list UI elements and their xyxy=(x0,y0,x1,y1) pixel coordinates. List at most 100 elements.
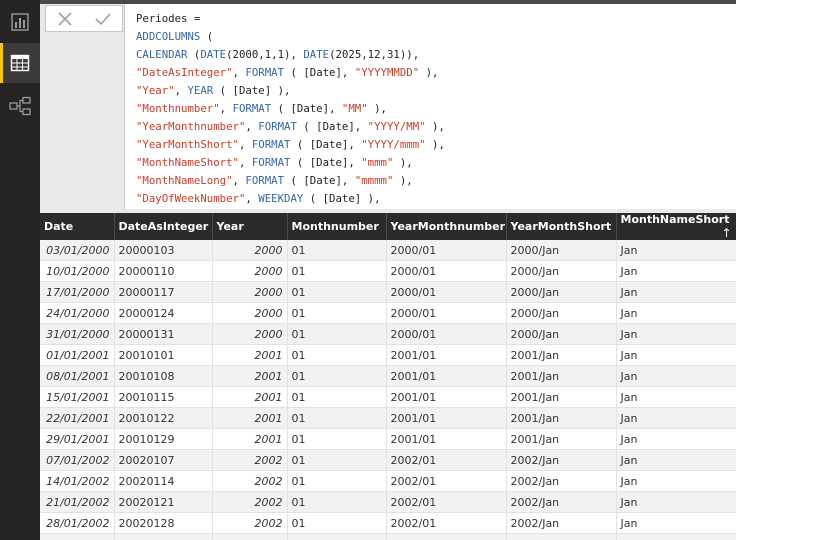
cell-date[interactable]: 08/01/2001 xyxy=(40,365,115,387)
cell-monthnumber[interactable]: 01 xyxy=(287,407,387,429)
column-header-yearmonthnumber[interactable]: YearMonthnumber xyxy=(386,213,507,240)
cell-yearmonthshort[interactable]: 2002/Jan xyxy=(506,512,617,534)
cell-date[interactable]: 10/01/2000 xyxy=(40,260,115,282)
table-row[interactable]: 29/01/2001 20010129 2001 01 2001/01 2001/Jan J… xyxy=(40,428,736,450)
cell-monthnumber[interactable]: 01 xyxy=(287,533,387,540)
table-row[interactable]: 07/01/2002 20020107 2002 01 2002/01 2002/Jan J… xyxy=(40,449,736,471)
cell-yearmonthnumber[interactable]: 2000/01 xyxy=(386,302,507,324)
cell-monthnumber[interactable]: 01 xyxy=(287,281,387,303)
cell-monthnameshort[interactable]: Jan xyxy=(616,428,736,450)
table-row[interactable]: 15/01/2001 20010115 2001 01 2001/01 2001/Jan J… xyxy=(40,386,736,408)
commit-button[interactable] xyxy=(84,6,122,31)
formula-editor[interactable]: Periodes = ADDCOLUMNS ( CALENDAR (DATE(2… xyxy=(124,4,737,209)
column-header-yearmonthshort[interactable]: YearMonthShort xyxy=(506,213,617,240)
cell-date[interactable]: 14/01/2002 xyxy=(40,470,115,492)
cell-yearmonthnumber[interactable]: 2001/01 xyxy=(386,386,507,408)
cell-date[interactable]: 28/01/2002 xyxy=(40,512,115,534)
cell-monthnameshort[interactable]: Jan xyxy=(616,491,736,513)
cell-yearmonthshort[interactable]: 2000/Jan xyxy=(506,302,617,324)
cell-yearmonthshort[interactable]: 2003/Jan xyxy=(506,533,617,540)
cell-dateasinteger[interactable]: 20000131 xyxy=(114,323,213,345)
cell-yearmonthnumber[interactable]: 2000/01 xyxy=(386,281,507,303)
column-header-dateasinteger[interactable]: DateAsInteger xyxy=(114,213,213,240)
data-grid[interactable]: Date DateAsInteger Year Monthnumber YearMont… xyxy=(40,213,736,540)
cell-yearmonthnumber[interactable]: 2001/01 xyxy=(386,407,507,429)
cell-monthnumber[interactable]: 01 xyxy=(287,344,387,366)
table-row[interactable]: 28/01/2002 20020128 2002 01 2002/01 2002/Jan J… xyxy=(40,512,736,534)
cell-monthnumber[interactable]: 01 xyxy=(287,240,387,261)
cell-monthnumber[interactable]: 01 xyxy=(287,449,387,471)
cell-yearmonthshort[interactable]: 2001/Jan xyxy=(506,386,617,408)
cell-year[interactable]: 2001 xyxy=(212,428,288,450)
cell-year[interactable]: 2002 xyxy=(212,449,288,471)
cell-year[interactable]: 2002 xyxy=(212,470,288,492)
cell-year[interactable]: 2000 xyxy=(212,281,288,303)
cell-monthnumber[interactable]: 01 xyxy=(287,323,387,345)
cell-monthnumber[interactable]: 01 xyxy=(287,428,387,450)
cell-monthnameshort[interactable]: Jan xyxy=(616,260,736,282)
column-header-monthnameshort[interactable]: MonthNameShort ↑ xyxy=(616,213,736,240)
cell-yearmonthshort[interactable]: 2002/Jan xyxy=(506,449,617,471)
cell-dateasinteger[interactable]: 20000103 xyxy=(114,240,213,261)
cell-year[interactable]: 2000 xyxy=(212,302,288,324)
cell-yearmonthshort[interactable]: 2000/Jan xyxy=(506,323,617,345)
cell-dateasinteger[interactable]: 20020107 xyxy=(114,449,213,471)
formula-code[interactable]: Periodes = ADDCOLUMNS ( CALENDAR (DATE(2… xyxy=(136,10,445,208)
cell-yearmonthnumber[interactable]: 2002/01 xyxy=(386,512,507,534)
cell-dateasinteger[interactable]: 20000110 xyxy=(114,260,213,282)
table-row[interactable]: 14/01/2002 20020114 2002 01 2002/01 2002/Jan J… xyxy=(40,470,736,492)
cell-monthnameshort[interactable]: Jan xyxy=(616,281,736,303)
cell-monthnameshort[interactable]: Jan xyxy=(616,533,736,540)
cell-dateasinteger[interactable]: 20020114 xyxy=(114,470,213,492)
cell-year[interactable]: 2001 xyxy=(212,365,288,387)
cell-monthnumber[interactable]: 01 xyxy=(287,365,387,387)
cell-monthnameshort[interactable]: Jan xyxy=(616,365,736,387)
cell-yearmonthnumber[interactable]: 2001/01 xyxy=(386,344,507,366)
cell-yearmonthnumber[interactable]: 2002/01 xyxy=(386,491,507,513)
cell-yearmonthshort[interactable]: 2001/Jan xyxy=(506,428,617,450)
table-row[interactable]: 08/01/2001 20010108 2001 01 2001/01 2001/Jan J… xyxy=(40,365,736,387)
cell-yearmonthnumber[interactable]: 2000/01 xyxy=(386,240,507,261)
table-row[interactable]: 03/01/2000 20000103 2000 01 2000/01 2000/Jan J… xyxy=(40,240,736,261)
cell-monthnameshort[interactable]: Jan xyxy=(616,470,736,492)
cell-date[interactable]: 21/01/2002 xyxy=(40,491,115,513)
table-row[interactable]: 17/01/2000 20000117 2000 01 2000/01 2000/Jan J… xyxy=(40,281,736,303)
cell-dateasinteger[interactable]: 20010101 xyxy=(114,344,213,366)
cell-monthnumber[interactable]: 01 xyxy=(287,512,387,534)
cell-date[interactable]: 07/01/2002 xyxy=(40,449,115,471)
cell-monthnameshort[interactable]: Jan xyxy=(616,512,736,534)
cell-monthnumber[interactable]: 01 xyxy=(287,260,387,282)
cell-dateasinteger[interactable]: 20000117 xyxy=(114,281,213,303)
cell-yearmonthshort[interactable]: 2002/Jan xyxy=(506,470,617,492)
cell-year[interactable]: 2002 xyxy=(212,512,288,534)
cell-year[interactable]: 2000 xyxy=(212,260,288,282)
cell-date[interactable]: 29/01/2001 xyxy=(40,428,115,450)
cell-dateasinteger[interactable]: 20020128 xyxy=(114,512,213,534)
table-row[interactable]: 31/01/2000 20000131 2000 01 2000/01 2000/Jan J… xyxy=(40,323,736,345)
cell-date[interactable]: 01/01/2001 xyxy=(40,344,115,366)
cell-dateasinteger[interactable]: 20010122 xyxy=(114,407,213,429)
cell-dateasinteger[interactable]: 20030106 xyxy=(114,533,213,540)
cell-dateasinteger[interactable]: 20010129 xyxy=(114,428,213,450)
cell-monthnameshort[interactable]: Jan xyxy=(616,323,736,345)
cell-monthnameshort[interactable]: Jan xyxy=(616,449,736,471)
cell-yearmonthnumber[interactable]: 2003/01 xyxy=(386,533,507,540)
cell-date[interactable]: 17/01/2000 xyxy=(40,281,115,303)
cell-yearmonthnumber[interactable]: 2000/01 xyxy=(386,323,507,345)
cell-monthnameshort[interactable]: Jan xyxy=(616,240,736,261)
cell-yearmonthnumber[interactable]: 2002/01 xyxy=(386,470,507,492)
cell-dateasinteger[interactable]: 20000124 xyxy=(114,302,213,324)
cell-date[interactable]: 06/01/2003 xyxy=(40,533,115,540)
cell-yearmonthnumber[interactable]: 2002/01 xyxy=(386,449,507,471)
cell-date[interactable]: 22/01/2001 xyxy=(40,407,115,429)
cell-dateasinteger[interactable]: 20010108 xyxy=(114,365,213,387)
table-row[interactable]: 22/01/2001 20010122 2001 01 2001/01 2001/Jan J… xyxy=(40,407,736,429)
cell-yearmonthnumber[interactable]: 2001/01 xyxy=(386,365,507,387)
cell-year[interactable]: 2001 xyxy=(212,386,288,408)
cell-monthnumber[interactable]: 01 xyxy=(287,302,387,324)
cell-yearmonthshort[interactable]: 2001/Jan xyxy=(506,365,617,387)
cell-monthnameshort[interactable]: Jan xyxy=(616,344,736,366)
table-row[interactable]: 24/01/2000 20000124 2000 01 2000/01 2000/Jan J… xyxy=(40,302,736,324)
cell-monthnumber[interactable]: 01 xyxy=(287,470,387,492)
cell-dateasinteger[interactable]: 20010115 xyxy=(114,386,213,408)
